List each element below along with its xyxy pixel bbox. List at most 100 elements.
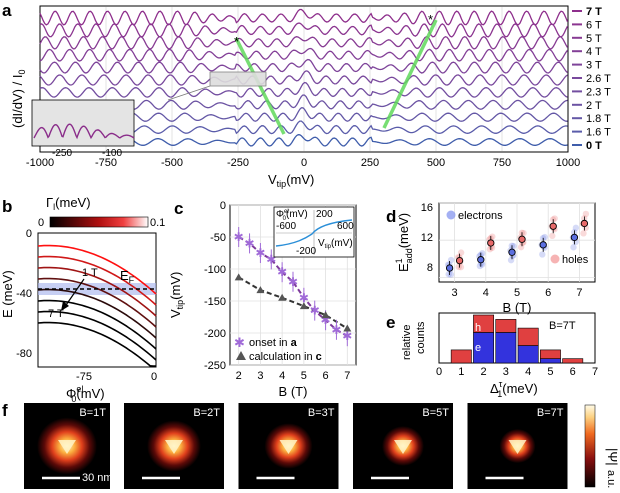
panel-e-xtick: 4: [525, 366, 531, 378]
calc-point: [234, 273, 243, 281]
panel-f: f B=1T 30 nm B=2T B=3T B=5T B=7T |Ψ| a.u.: [2, 401, 620, 489]
mean-point: [508, 248, 516, 256]
panel-d-xtick: 5: [514, 287, 520, 299]
panel-c-label: c: [174, 199, 183, 218]
panel-c: c 0-50-100-150-200-250 234567 ✱ ✱✱ ✱✱✱✱✱✱✱…: [168, 199, 357, 399]
panel-a-field-legend: 7 T6 T 5 T4 T 3 T2.6 T2.3 T 2 T1.8 T 1.6 T0 …: [572, 6, 611, 152]
panel-e-xtick: 6: [570, 366, 576, 378]
field-image-label: B=3T: [308, 407, 335, 419]
panel-c-xtick: 6: [323, 370, 329, 382]
panel-e: e h e B=7T 0 1 2 3 4 5 6 7 relative counts Δτ 1(…: [386, 312, 598, 399]
panel-a-xtick: -250: [227, 157, 249, 169]
panel-c-xlabel: B (T): [279, 384, 308, 399]
panel-b-ytick-1: -40: [16, 288, 32, 300]
panel-d-xticks: 3 4 5 6 7: [452, 287, 583, 299]
panel-b-ytick-0: 0: [26, 228, 32, 240]
panel-d-ytick-0: 16: [421, 202, 433, 214]
panel-b-ylabel: E (meV): [0, 270, 15, 318]
panel-c-ytick: -200: [204, 328, 226, 340]
electron-bar: [517, 345, 539, 364]
panel-a-xtick: 1000: [556, 157, 580, 169]
panel-a-xticks: -1000 -750 -500 -250 0 250 500 750 1000: [26, 157, 580, 169]
field-legend-label: 4 T: [586, 46, 602, 58]
onset-line-right: [382, 19, 438, 129]
panel-b-ytick-2: -80: [16, 348, 32, 360]
bar-label-h: h: [475, 322, 481, 334]
field-image-label: B=7T: [537, 407, 564, 419]
panel-f-images: B=1T 30 nm B=2T B=3T B=5T B=7T: [24, 403, 568, 489]
panel-e-xlabel: Δτ 1(meV): [490, 379, 538, 399]
legend-star-icon: ✱: [234, 335, 245, 350]
bar-label-e: e: [475, 342, 481, 354]
panel-c-ylabel: Vtip(mV): [168, 272, 185, 318]
panel-d-ytick-1: 12: [421, 232, 433, 244]
onset-point: ✱: [255, 246, 265, 260]
scatter-sample: [570, 244, 577, 251]
legend-triangle-icon: [236, 351, 246, 360]
inset-tick-ytop: 200: [316, 209, 333, 220]
panel-d-xtick: 4: [483, 287, 489, 299]
calc-point: [278, 293, 287, 301]
panel-d-xtick: 6: [545, 287, 551, 299]
panel-c-yticks: 0 -50 -100 -150 -200 -250: [204, 200, 226, 372]
zoom-connector: [167, 85, 211, 101]
hole-bar: [562, 358, 584, 364]
panel-e-label: e: [386, 313, 395, 332]
panel-e-xtick: 2: [481, 366, 487, 378]
star-right: *: [428, 12, 433, 27]
mean-point: [455, 256, 464, 265]
panel-b-label: b: [2, 197, 12, 216]
onset-point: ✱: [331, 323, 341, 337]
panel-c-xtick: 4: [279, 370, 285, 382]
panel-c-xtick: 3: [257, 370, 263, 382]
calc-point: [343, 324, 352, 332]
panel-a-xtick: 250: [361, 157, 379, 169]
inset-tick-left: -250: [52, 148, 72, 159]
panel-c-ytick: -150: [204, 296, 226, 308]
panel-e-xtick: 0: [436, 366, 442, 378]
panel-d-ylabel: E1add(meV): [394, 213, 414, 272]
field-legend-label: 0 T: [586, 140, 602, 152]
scatter-sample: [549, 232, 556, 240]
legend-electrons: electrons: [458, 210, 503, 222]
panel-d-ytick-2: 8: [427, 262, 433, 274]
electron-bar: [539, 358, 561, 364]
star-left: *: [234, 34, 239, 49]
panel-d-xtick: 7: [576, 287, 582, 299]
field-legend-label: 2 T: [586, 100, 602, 112]
electron-bar: [495, 332, 517, 364]
field-legend-label: 2.6 T: [586, 73, 611, 85]
panel-a-inset: -250 -100: [31, 99, 135, 159]
inset-tick-ybot: -200: [296, 246, 316, 257]
mean-point: [580, 219, 589, 228]
scatter-sample: [580, 230, 587, 237]
inset-tick-xright: 600: [337, 221, 354, 232]
panel-d-label: d: [386, 207, 396, 226]
panel-e-xtick: 1: [458, 366, 464, 378]
panel-e-title: B=7T: [549, 320, 576, 332]
panel-b-colorbar-max: 0.1: [150, 217, 165, 229]
mean-point: [539, 241, 547, 249]
panel-e-xtick: 7: [592, 366, 598, 378]
mean-point: [549, 222, 557, 230]
field-legend-label: 6 T: [586, 19, 602, 31]
scale-bar-label: 30 nm: [82, 472, 113, 484]
calc-point: [256, 286, 265, 294]
field-legend-label: 1.8 T: [586, 113, 611, 125]
panel-b-colorbar-title: Γl(meV): [46, 195, 91, 212]
inset-tick-xleft: -600: [276, 221, 296, 232]
panel-a-xtick: 0: [301, 157, 307, 169]
field-legend-label: 2.3 T: [586, 86, 611, 98]
hole-bar: [495, 319, 517, 333]
panel-a-xtick: -500: [161, 157, 183, 169]
panel-e-ylabel-1: relative: [401, 325, 413, 360]
panel-b-xtick-1: 0: [151, 371, 157, 383]
onset-point: ✱: [234, 230, 244, 244]
onset-point: ✱: [288, 275, 298, 289]
legend-onset: onset in a: [249, 337, 298, 349]
panel-b: b Γl(meV) 0 0.1 EF 1 T 7 T 0 -40 -80 E (…: [0, 195, 165, 404]
panel-a-label: a: [2, 1, 12, 20]
scatter-sample: [517, 243, 525, 251]
panel-a-xtick: -750: [95, 157, 117, 169]
panel-a-ylabel: (dI/dV) / I0: [10, 70, 27, 128]
